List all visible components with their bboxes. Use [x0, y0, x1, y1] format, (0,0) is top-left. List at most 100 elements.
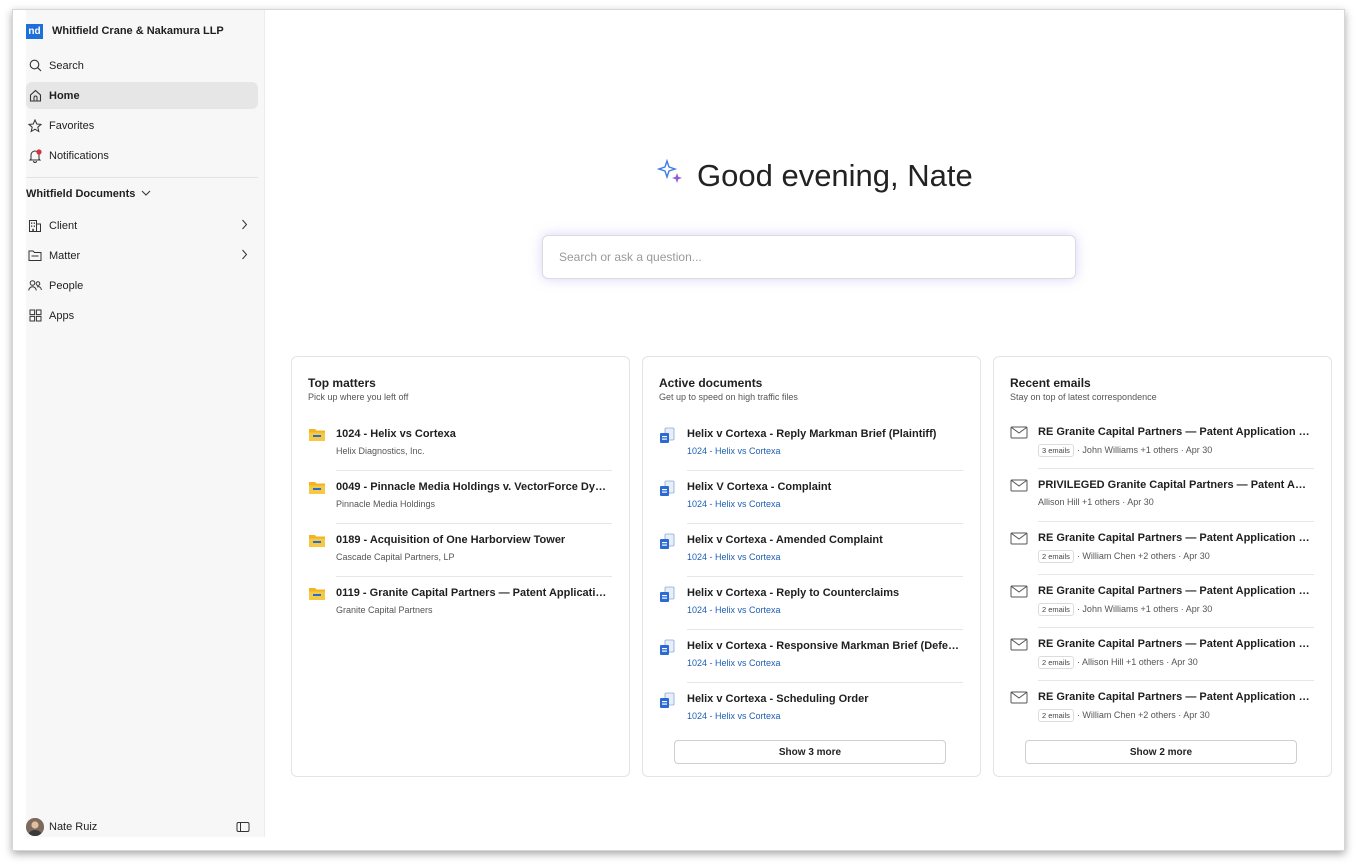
document-icon [659, 586, 677, 602]
matter-row[interactable]: 0049 - Pinnacle Media Holdings v. Vector… [308, 472, 612, 524]
email-row[interactable]: RE Granite Capital Partners — Patent App… [1010, 417, 1314, 469]
email-meta: 2 emails · William Chen +2 others · Apr 3… [1038, 709, 1210, 722]
email-row[interactable]: RE Granite Capital Partners — Patent App… [1010, 629, 1314, 681]
search-input[interactable] [557, 236, 1051, 278]
email-meta: Allison Hill +1 others · Apr 30 [1038, 497, 1154, 507]
card-subtitle: Pick up where you left off [308, 392, 409, 402]
document-icon [659, 533, 677, 549]
email-participants: · John Williams +1 others · Apr 30 [1076, 604, 1213, 614]
document-row[interactable]: Helix V Cortexa - Complaint 1024 - Helix… [659, 472, 963, 524]
search-box[interactable] [542, 235, 1076, 279]
avatar [26, 818, 44, 836]
nav-matter[interactable]: Matter [26, 242, 258, 269]
email-subject: RE Granite Capital Partners — Patent App… [1038, 532, 1312, 544]
matter-title: 0049 - Pinnacle Media Holdings v. Vector… [336, 481, 610, 493]
building-icon [28, 219, 42, 233]
folder-icon [308, 427, 326, 443]
nav-people[interactable]: People [26, 272, 258, 299]
document-row[interactable]: Helix v Cortexa - Responsive Markman Bri… [659, 631, 963, 683]
folder-icon [28, 249, 42, 263]
email-meta: 2 emails · John Williams +1 others · Apr … [1038, 603, 1212, 616]
user-name: Nate Ruiz [49, 821, 98, 833]
nav-apps[interactable]: Apps [26, 302, 258, 329]
matter-client: Pinnacle Media Holdings [336, 499, 436, 509]
mail-icon [1010, 690, 1028, 706]
documents-section-header[interactable]: Whitfield Documents [26, 188, 151, 200]
document-matter-link[interactable]: 1024 - Helix vs Cortexa [687, 711, 781, 721]
document-row[interactable]: Helix v Cortexa - Scheduling Order 1024 … [659, 684, 963, 736]
document-title: Helix V Cortexa - Complaint [687, 481, 832, 493]
nav-favorites-label: Favorites [49, 119, 95, 132]
email-participants: · William Chen +2 others · Apr 30 [1076, 551, 1210, 561]
row-divider [336, 523, 612, 524]
mail-icon [1010, 425, 1028, 441]
document-matter-link[interactable]: 1024 - Helix vs Cortexa [687, 605, 781, 615]
sidebar-toggle-icon[interactable] [236, 821, 250, 836]
email-meta: 2 emails · Allison Hill +1 others · Apr 3… [1038, 656, 1198, 669]
document-matter-link[interactable]: 1024 - Helix vs Cortexa [687, 552, 781, 562]
matter-row[interactable]: 1024 - Helix vs Cortexa Helix Diagnostic… [308, 419, 612, 471]
matter-title: 0119 - Granite Capital Partners — Patent… [336, 587, 610, 599]
document-matter-link[interactable]: 1024 - Helix vs Cortexa [687, 499, 781, 509]
user-profile[interactable]: Nate Ruiz [26, 816, 258, 838]
show-more-emails-button[interactable]: Show 2 more [1025, 740, 1297, 764]
nav-client[interactable]: Client [26, 212, 258, 239]
email-subject: RE Granite Capital Partners — Patent App… [1038, 426, 1312, 438]
email-participants: · Allison Hill +1 others · Apr 30 [1076, 657, 1198, 667]
folder-icon [308, 480, 326, 496]
documents-section-title: Whitfield Documents [26, 188, 136, 200]
folder-icon [308, 586, 326, 602]
nav-notifications-label: Notifications [49, 149, 109, 162]
email-count-badge: 2 emails [1038, 709, 1074, 722]
nav-matter-label: Matter [49, 249, 81, 262]
search-icon [28, 59, 42, 73]
email-row[interactable]: RE Granite Capital Partners — Patent App… [1010, 576, 1314, 628]
document-matter-link[interactable]: 1024 - Helix vs Cortexa [687, 446, 781, 456]
home-icon [28, 89, 42, 103]
nav-client-label: Client [49, 219, 78, 232]
row-divider [687, 576, 963, 577]
email-participants: · John Williams +1 others · Apr 30 [1076, 445, 1213, 455]
email-row[interactable]: PRIVILEGED Granite Capital Partners — Pa… [1010, 470, 1314, 522]
matter-row[interactable]: 0119 - Granite Capital Partners — Patent… [308, 578, 612, 630]
row-divider [1038, 680, 1314, 681]
email-subject: RE Granite Capital Partners — Patent App… [1038, 638, 1312, 650]
nav-search-label: Search [49, 59, 84, 72]
document-matter-link[interactable]: 1024 - Helix vs Cortexa [687, 658, 781, 668]
greeting-text: Good evening, Nate [697, 158, 973, 193]
chevron-down-icon [141, 188, 151, 200]
top-matters-card: Top matters Pick up where you left off 1… [291, 356, 630, 777]
app-window: nd Whitfield Crane & Nakamura LLP Search… [12, 9, 1345, 851]
sparkle-icon [656, 158, 685, 194]
nav-apps-label: Apps [49, 309, 75, 322]
org-header[interactable]: nd Whitfield Crane & Nakamura LLP [26, 22, 224, 40]
row-divider [336, 576, 612, 577]
row-divider [1038, 468, 1314, 469]
nav-home[interactable]: Home [26, 82, 258, 109]
document-row[interactable]: Helix v Cortexa - Reply to Counterclaims… [659, 578, 963, 630]
card-title: Top matters [308, 376, 376, 390]
nav-notifications[interactable]: Notifications [26, 142, 258, 169]
show-more-documents-button[interactable]: Show 3 more [674, 740, 946, 764]
recent-emails-card: Recent emails Stay on top of latest corr… [993, 356, 1332, 777]
email-participants: Allison Hill +1 others · Apr 30 [1038, 497, 1154, 507]
star-icon [28, 118, 42, 133]
document-title: Helix v Cortexa - Responsive Markman Bri… [687, 640, 961, 652]
document-row[interactable]: Helix v Cortexa - Reply Markman Brief (P… [659, 419, 963, 471]
bell-icon [28, 148, 42, 163]
nav-home-label: Home [49, 89, 80, 102]
card-subtitle: Get up to speed on high traffic files [659, 392, 798, 402]
active-documents-card: Active documents Get up to speed on high… [642, 356, 981, 777]
document-row[interactable]: Helix v Cortexa - Amended Complaint 1024… [659, 525, 963, 577]
email-row[interactable]: RE Granite Capital Partners — Patent App… [1010, 523, 1314, 575]
email-row[interactable]: RE Granite Capital Partners — Patent App… [1010, 682, 1314, 734]
nav-search[interactable]: Search [26, 52, 258, 79]
matter-client: Helix Diagnostics, Inc. [336, 446, 425, 456]
nav-favorites[interactable]: Favorites [26, 112, 258, 139]
document-icon [659, 427, 677, 443]
card-title: Active documents [659, 376, 763, 390]
row-divider [687, 523, 963, 524]
matter-row[interactable]: 0189 - Acquisition of One Harborview Tow… [308, 525, 612, 577]
org-logo: nd [26, 23, 43, 39]
email-count-badge: 2 emails [1038, 550, 1074, 563]
